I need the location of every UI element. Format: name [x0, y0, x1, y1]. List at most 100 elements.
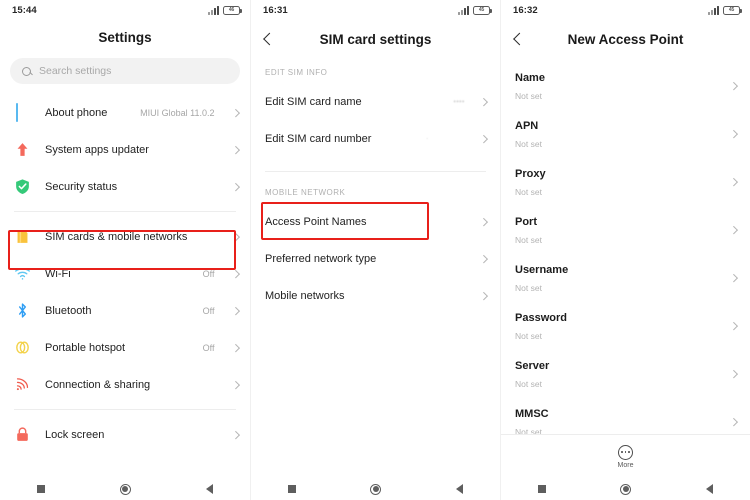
- phone-icon: [14, 103, 31, 122]
- status-icons: 46: [208, 5, 242, 15]
- sidebar-item-about-phone[interactable]: About phone MIUI Global 11.0.2: [0, 94, 250, 131]
- chevron-right-icon: [729, 418, 738, 426]
- field-label: Password: [515, 312, 567, 324]
- settings-list: About phone MIUI Global 11.0.2 System ap…: [0, 94, 250, 453]
- field-row-password[interactable]: Password Not set: [501, 302, 750, 350]
- sidebar-item-wifi[interactable]: Wi-Fi Off: [0, 255, 250, 292]
- sidebar-item-system-apps-updater[interactable]: System apps updater: [0, 131, 250, 168]
- battery-icon: 46: [223, 5, 242, 15]
- sidebar-item-connection-sharing[interactable]: Connection & sharing: [0, 366, 250, 403]
- chevron-right-icon: [479, 291, 488, 300]
- field-row-port[interactable]: Port Not set: [501, 206, 750, 254]
- sidebar-item-portable-hotspot[interactable]: Portable hotspot Off: [0, 329, 250, 366]
- back-icon[interactable]: [455, 484, 463, 494]
- field-label: APN: [515, 120, 539, 132]
- status-bar: 16:31 45: [251, 0, 500, 20]
- field-row-username[interactable]: Username Not set: [501, 254, 750, 302]
- back-icon[interactable]: [705, 484, 713, 494]
- search-placeholder: Search settings: [39, 65, 112, 77]
- page-title: New Access Point: [567, 31, 684, 47]
- shield-check-icon: [14, 178, 31, 195]
- field-text: Username Not set: [515, 260, 731, 296]
- recents-icon[interactable]: [538, 485, 547, 493]
- list-item-access-point-names[interactable]: Access Point Names: [251, 203, 500, 240]
- chevron-right-icon: [729, 370, 738, 378]
- battery-level-text: 45: [728, 6, 735, 13]
- signal-bars-icon: [708, 5, 719, 15]
- more-dots-icon: [618, 444, 633, 460]
- list-divider: [14, 211, 236, 212]
- battery-level-text: 45: [478, 6, 485, 13]
- status-clock: 15:44: [12, 4, 37, 16]
- row-value: ••••: [453, 97, 465, 106]
- field-value: Not set: [515, 331, 542, 341]
- row-label: About phone: [45, 106, 108, 119]
- status-clock: 16:31: [263, 4, 288, 16]
- row-value: Off: [202, 342, 215, 353]
- row-label: Wi-Fi: [45, 267, 71, 280]
- home-icon[interactable]: [370, 483, 382, 495]
- field-value: Not set: [515, 283, 542, 293]
- field-value: Not set: [515, 91, 542, 101]
- search-input[interactable]: Search settings: [10, 58, 240, 84]
- status-bar: 15:44 46: [0, 0, 250, 20]
- list-divider: [14, 409, 236, 410]
- home-icon[interactable]: [119, 483, 131, 495]
- chevron-right-icon: [729, 322, 738, 330]
- back-icon[interactable]: [205, 484, 213, 494]
- list-item-mobile-networks[interactable]: Mobile networks: [251, 277, 500, 314]
- chevron-right-icon: [729, 274, 738, 282]
- connection-sharing-icon: [14, 376, 31, 393]
- chevron-right-icon: [729, 178, 738, 186]
- chevron-right-icon: [231, 306, 240, 315]
- sidebar-item-security-status[interactable]: Security status: [0, 168, 250, 205]
- field-row-server[interactable]: Server Not set: [501, 350, 750, 398]
- chevron-right-icon: [231, 269, 240, 278]
- status-bar: 16:32 45: [501, 0, 750, 20]
- chevron-right-icon: [479, 97, 488, 106]
- list-divider: [265, 171, 486, 172]
- field-label: Proxy: [515, 168, 546, 180]
- status-icons: 45: [458, 5, 492, 15]
- status-clock: 16:32: [513, 4, 538, 16]
- field-value: Not set: [515, 235, 542, 245]
- row-label: System apps updater: [45, 143, 149, 156]
- recents-icon[interactable]: [37, 485, 46, 493]
- sidebar-item-sim-cards-mobile-networks[interactable]: SIM cards & mobile networks: [0, 218, 250, 255]
- recents-icon[interactable]: [288, 485, 297, 493]
- list-item-edit-sim-card-name[interactable]: Edit SIM card name ••••: [251, 83, 500, 120]
- panel-sim-card-settings: 16:31 45 SIM card settings EDIT SIM INFO…: [250, 0, 500, 500]
- panel-settings: 15:44 46 Settings Search settings About …: [0, 0, 250, 500]
- list-item-preferred-network-type[interactable]: Preferred network type: [251, 240, 500, 277]
- sidebar-item-lock-screen[interactable]: Lock screen: [0, 416, 250, 453]
- chevron-right-icon: [729, 130, 738, 138]
- nav-bar: [501, 478, 750, 500]
- more-label: More: [617, 461, 634, 469]
- page-title: Settings: [98, 29, 152, 45]
- field-text: APN Not set: [515, 116, 731, 152]
- row-label: Lock screen: [45, 428, 105, 441]
- field-row-proxy[interactable]: Proxy Not set: [501, 158, 750, 206]
- sim-settings-list: EDIT SIM INFO Edit SIM card name •••• Ed…: [251, 58, 500, 314]
- row-value: ·: [425, 134, 429, 143]
- more-button[interactable]: More: [501, 434, 750, 478]
- home-icon[interactable]: [620, 483, 632, 495]
- field-label: Server: [515, 360, 550, 372]
- field-text: Password Not set: [515, 308, 731, 344]
- list-item-edit-sim-card-number[interactable]: Edit SIM card number ·: [251, 120, 500, 157]
- field-row-name[interactable]: Name Not set: [501, 62, 750, 110]
- row-label: Portable hotspot: [45, 341, 126, 354]
- title-bar: SIM card settings: [251, 20, 500, 58]
- field-row-apn[interactable]: APN Not set: [501, 110, 750, 158]
- section-header-mobile-network: MOBILE NETWORK: [265, 188, 346, 197]
- field-text: Server Not set: [515, 356, 731, 392]
- sidebar-item-bluetooth[interactable]: Bluetooth Off: [0, 292, 250, 329]
- field-text: Name Not set: [515, 68, 731, 104]
- row-label: Edit SIM card number: [265, 132, 372, 145]
- chevron-right-icon: [231, 182, 240, 191]
- field-text: Proxy Not set: [515, 164, 731, 200]
- chevron-right-icon: [231, 145, 240, 154]
- field-label: Username: [515, 264, 569, 276]
- chevron-right-icon: [479, 217, 488, 226]
- chevron-right-icon: [231, 380, 240, 389]
